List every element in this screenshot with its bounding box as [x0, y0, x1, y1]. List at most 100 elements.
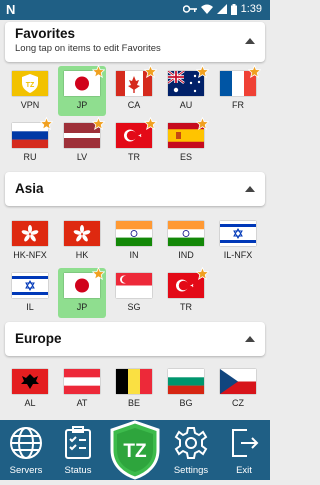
server-item-au[interactable]: AU [162, 65, 210, 116]
server-item-ru[interactable]: RU [6, 117, 54, 168]
collapse-caret-icon[interactable] [245, 38, 255, 44]
europe-header[interactable]: Europe [5, 322, 265, 356]
server-label: ES [179, 152, 192, 162]
favorite-star-icon[interactable] [196, 117, 209, 130]
globe-icon [10, 427, 42, 459]
server-item-tr[interactable]: TR [162, 267, 210, 318]
signal-icon [216, 4, 227, 14]
server-item-sg[interactable]: SG [110, 268, 158, 318]
server-label: HK-NFX [13, 250, 47, 260]
server-label: VPN [20, 100, 40, 110]
bg-flag-icon [168, 369, 204, 394]
shield-logo-icon: TZ [110, 420, 160, 480]
checklist-icon [65, 426, 91, 459]
at-flag-icon [64, 369, 100, 394]
favorite-star-icon[interactable] [196, 267, 209, 280]
server-label: CZ [232, 398, 244, 408]
exit-button[interactable]: Exit [218, 420, 270, 480]
sg-flag-icon [116, 273, 152, 298]
server-label: AT [76, 398, 88, 408]
server-label: JP [76, 302, 88, 312]
server-item-fr[interactable]: FR [214, 65, 262, 116]
al-flag-icon [12, 369, 48, 394]
servers-label: Servers [9, 465, 43, 476]
favorite-star-icon[interactable] [248, 65, 261, 78]
server-label: JP [76, 100, 88, 110]
server-item-be[interactable]: BE [110, 364, 158, 414]
server-item-lv[interactable]: LV [58, 117, 106, 168]
favorite-star-icon[interactable] [92, 65, 105, 78]
server-label: IN [129, 250, 139, 260]
favorite-star-icon[interactable] [144, 117, 157, 130]
europe-title: Europe [15, 331, 62, 346]
server-item-hk[interactable]: HK-NFX [6, 216, 54, 266]
server-label: SG [127, 302, 141, 312]
favorites-subtitle: Long tap on items to edit Favorites [15, 43, 161, 54]
server-item-ca[interactable]: CA [110, 65, 158, 116]
gear-icon [174, 427, 208, 459]
asia-title: Asia [15, 181, 44, 196]
server-label: AL [24, 398, 36, 408]
server-item-in[interactable]: IND [162, 216, 210, 266]
server-label: RU [23, 152, 37, 162]
server-label: LV [76, 152, 88, 162]
server-item-jp[interactable]: JP [58, 267, 106, 318]
vpn-flag-icon: TZ [12, 71, 48, 96]
server-item-hk[interactable]: HK [58, 216, 106, 266]
favorite-star-icon[interactable] [92, 267, 105, 280]
be-flag-icon [116, 369, 152, 394]
wifi-icon [200, 4, 213, 14]
server-label: HK [75, 250, 89, 260]
il-flag-icon [220, 221, 256, 246]
in-flag-icon [168, 221, 204, 246]
server-label: FR [232, 100, 244, 110]
server-item-at[interactable]: AT [58, 364, 106, 414]
favorite-star-icon[interactable] [40, 117, 53, 130]
favorite-star-icon[interactable] [144, 65, 157, 78]
server-list[interactable]: Favorites Long tap on items to edit Favo… [0, 20, 270, 420]
favorite-star-icon[interactable] [196, 65, 209, 78]
cz-flag-icon [220, 369, 256, 394]
servers-button[interactable]: Servers [0, 420, 52, 480]
server-item-in[interactable]: IN [110, 216, 158, 266]
favorites-title: Favorites [15, 26, 76, 41]
server-item-al[interactable]: AL [6, 364, 54, 414]
settings-label: Settings [173, 465, 209, 476]
svg-text:TZ: TZ [26, 82, 35, 89]
server-label: BE [127, 398, 140, 408]
collapse-caret-icon[interactable] [245, 336, 255, 342]
server-item-es[interactable]: ES [162, 117, 210, 168]
status-icons: 1:39 [182, 3, 262, 15]
asia-header[interactable]: Asia [5, 172, 265, 206]
key-icon [182, 5, 197, 13]
server-label: IND [178, 250, 194, 260]
server-item-bg[interactable]: BG [162, 364, 210, 414]
server-label: IL [26, 302, 34, 312]
favorites-header[interactable]: Favorites Long tap on items to edit Favo… [5, 22, 265, 62]
exit-label: Exit [236, 465, 252, 476]
tz-logo-button[interactable]: TZ [108, 420, 162, 480]
server-item-il[interactable]: IL [6, 268, 54, 318]
server-label: TR [128, 152, 140, 162]
battery-icon [230, 3, 237, 15]
server-item-vpn[interactable]: TZ VPN [6, 66, 54, 116]
hk-flag-icon [64, 221, 100, 246]
server-item-jp[interactable]: JP [58, 65, 106, 116]
collapse-caret-icon[interactable] [245, 186, 255, 192]
status-label: Status [64, 465, 92, 476]
server-label: BG [179, 398, 193, 408]
server-label: CA [127, 100, 141, 110]
in-flag-icon [116, 221, 152, 246]
server-label: TR [180, 302, 192, 312]
server-item-il[interactable]: IL-NFX [214, 216, 262, 266]
status-button[interactable]: Status [52, 420, 104, 480]
server-item-cz[interactable]: CZ [214, 364, 262, 414]
hk-flag-icon [12, 221, 48, 246]
settings-button[interactable]: Settings [166, 420, 216, 480]
server-item-tr[interactable]: TR [110, 117, 158, 168]
notification-n-icon: N [6, 2, 16, 17]
server-label: AU [179, 100, 193, 110]
clock: 1:39 [240, 3, 262, 15]
favorite-star-icon[interactable] [92, 117, 105, 130]
logo-text: TZ [123, 441, 147, 462]
